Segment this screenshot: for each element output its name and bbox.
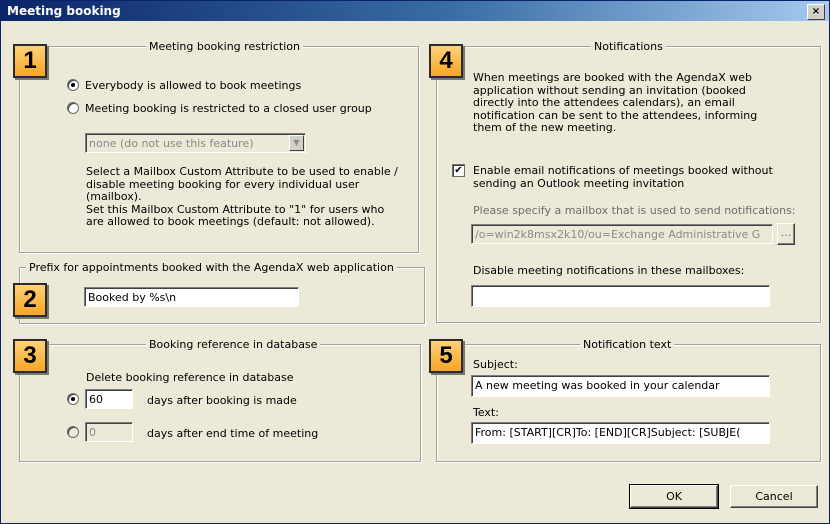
custom-attribute-select-value: none (do not use this feature) bbox=[89, 137, 254, 150]
chevron-down-icon[interactable]: ▼ bbox=[289, 135, 304, 151]
custom-attribute-description: Select a Mailbox Custom Attribute to be … bbox=[86, 165, 398, 228]
section-1-badge: 1 bbox=[13, 44, 47, 78]
cancel-button[interactable]: Cancel bbox=[730, 485, 818, 508]
text-input[interactable]: From: [START][CR]To: [END][CR]Subject: [… bbox=[471, 422, 770, 444]
notifications-description: When meetings are booked with the Agenda… bbox=[473, 71, 758, 134]
radio-closed-group[interactable] bbox=[67, 102, 79, 114]
meeting-booking-restriction-legend: Meeting booking restriction bbox=[146, 40, 303, 53]
subject-label: Subject: bbox=[473, 358, 518, 371]
after-end-days-input[interactable]: 0 bbox=[85, 422, 133, 442]
section-2-badge: 2 bbox=[13, 283, 47, 317]
notification-text-legend: Notification text bbox=[580, 338, 675, 351]
meeting-booking-dialog: Meeting booking × Meeting booking restri… bbox=[0, 0, 830, 524]
enable-email-notifications-checkbox[interactable]: ✔ bbox=[452, 164, 465, 177]
radio-after-booking[interactable] bbox=[67, 393, 79, 405]
after-end-label: days after end time of meeting bbox=[147, 427, 319, 440]
section-5-badge: 5 bbox=[429, 339, 463, 373]
after-booking-days-input[interactable]: 60 bbox=[85, 389, 133, 409]
text-label: Text: bbox=[473, 406, 499, 419]
title-bar[interactable]: Meeting booking × bbox=[1, 1, 829, 21]
radio-after-end[interactable] bbox=[67, 426, 79, 438]
mailbox-label: Please specify a mailbox that is used to… bbox=[473, 204, 796, 217]
booking-reference-legend: Booking reference in database bbox=[146, 338, 321, 351]
radio-everybody[interactable] bbox=[67, 79, 79, 91]
disable-notifications-label: Disable meeting notifications in these m… bbox=[473, 264, 745, 277]
radio-closed-group-label: Meeting booking is restricted to a close… bbox=[85, 102, 372, 115]
section-4-badge: 4 bbox=[429, 44, 463, 78]
mailbox-input[interactable]: /o=win2k8msx2k10/ou=Exchange Administrat… bbox=[471, 224, 773, 244]
enable-email-notifications-label: Enable email notifications of meetings b… bbox=[473, 164, 773, 190]
browse-mailbox-button[interactable]: ... bbox=[777, 223, 795, 245]
notifications-legend: Notifications bbox=[591, 40, 666, 53]
ok-button[interactable]: OK bbox=[629, 484, 719, 509]
disable-notifications-input[interactable] bbox=[471, 285, 770, 307]
subject-input[interactable]: A new meeting was booked in your calenda… bbox=[471, 375, 770, 397]
prefix-input[interactable]: Booked by %s\n bbox=[84, 287, 299, 307]
section-3-badge: 3 bbox=[13, 339, 47, 373]
delete-booking-reference-label: Delete booking reference in database bbox=[86, 371, 294, 384]
close-button[interactable]: × bbox=[807, 4, 825, 20]
window-title: Meeting booking bbox=[7, 4, 121, 18]
prefix-legend: Prefix for appointments booked with the … bbox=[26, 261, 397, 274]
radio-everybody-label: Everybody is allowed to book meetings bbox=[85, 79, 302, 92]
custom-attribute-select[interactable]: none (do not use this feature) ▼ bbox=[85, 133, 306, 153]
after-booking-label: days after booking is made bbox=[147, 394, 297, 407]
